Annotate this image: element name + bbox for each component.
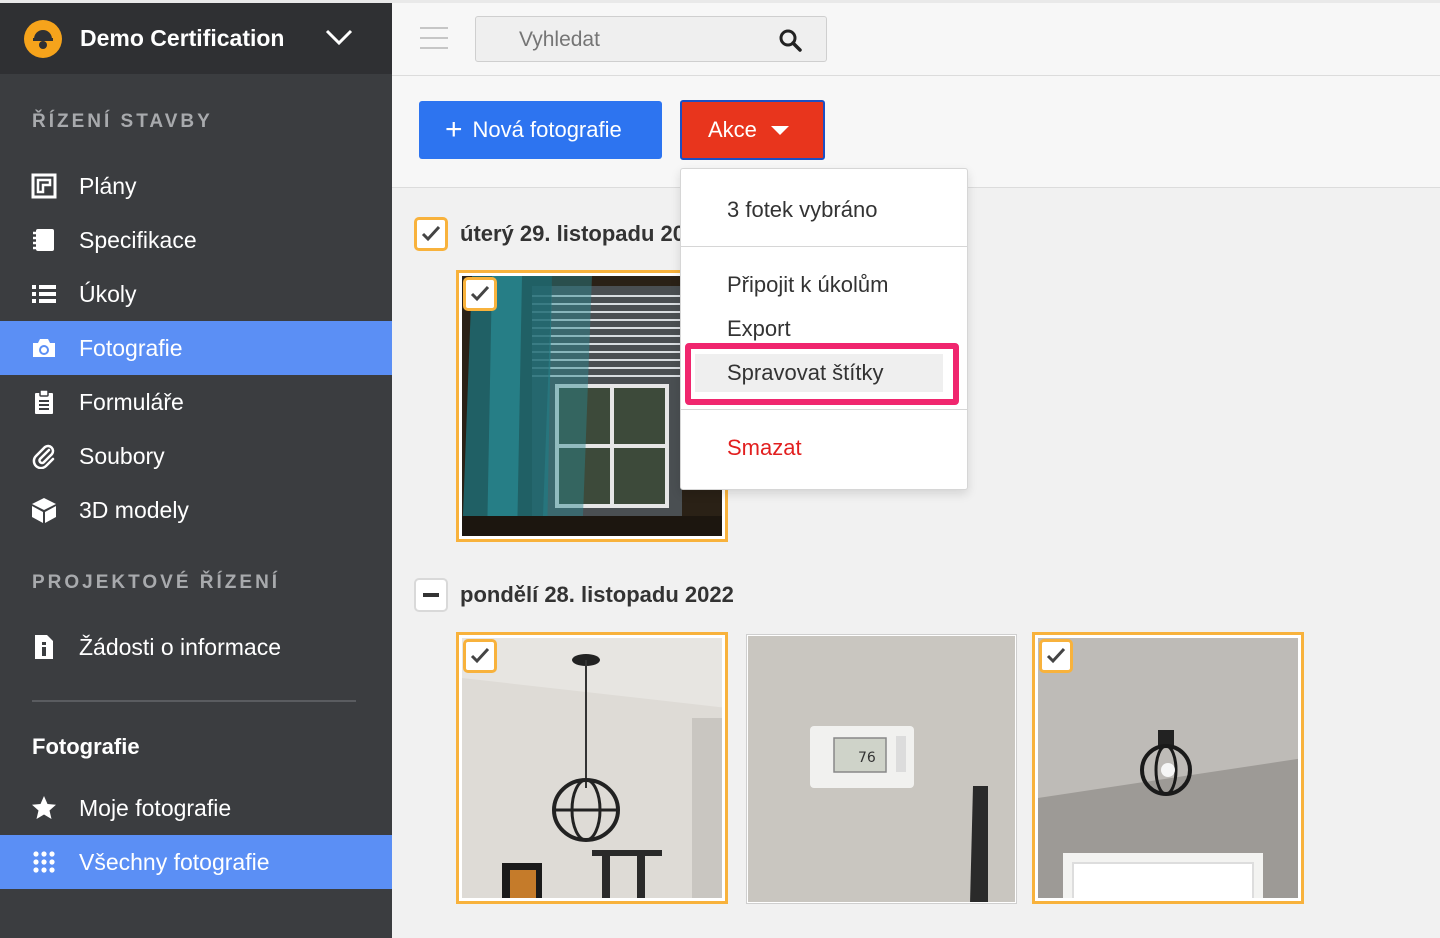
- blueprint-icon: [30, 172, 58, 200]
- section-label-construction: ŘÍZENÍ STAVBY: [32, 111, 213, 132]
- grid-icon: [30, 848, 58, 876]
- section-label-project-management: PROJEKTOVÉ ŘÍZENÍ: [32, 572, 281, 593]
- caret-down-icon: [770, 125, 789, 135]
- sidebar-subsection-title: Fotografie: [32, 734, 140, 759]
- date-group-label: úterý 29. listopadu 20: [460, 221, 685, 246]
- sidebar-item-all-photos[interactable]: Všechny fotografie: [0, 835, 392, 889]
- sidebar-item-rfi[interactable]: Žádosti o informace: [0, 620, 392, 674]
- actions-dropdown-menu: 3 fotek vybráno Připojit k úkolům Export…: [680, 168, 968, 490]
- project-name: Demo Certification: [80, 25, 285, 51]
- new-photo-button[interactable]: + Nová fotografie: [419, 101, 662, 159]
- sidebar-item-my-photos[interactable]: Moje fotografie: [0, 781, 392, 835]
- plus-icon: +: [445, 113, 463, 146]
- menu-item-delete[interactable]: Smazat: [727, 435, 802, 461]
- menu-divider: [681, 246, 967, 247]
- project-logo-icon: [24, 19, 62, 58]
- photo-checkbox[interactable]: [1039, 639, 1073, 673]
- search-input[interactable]: [519, 28, 759, 52]
- sidebar-item-label: Moje fotografie: [79, 794, 232, 821]
- project-switcher[interactable]: Demo Certification: [0, 0, 392, 74]
- menu-item-export[interactable]: Export: [727, 316, 791, 342]
- notebook-icon: [30, 226, 58, 254]
- sidebar-item-specifications[interactable]: Specifikace: [0, 213, 392, 267]
- photo-checkbox[interactable]: [463, 639, 497, 673]
- sidebar-item-files[interactable]: Soubory: [0, 429, 392, 483]
- hamburger-menu-icon[interactable]: [420, 27, 448, 57]
- sidebar-item-3d-models[interactable]: 3D modely: [0, 483, 392, 537]
- actions-button[interactable]: Akce: [680, 100, 825, 160]
- actions-label: Akce: [708, 117, 757, 142]
- sidebar-item-forms[interactable]: Formuláře: [0, 375, 392, 429]
- chevron-down-icon[interactable]: [324, 28, 354, 51]
- photo-thumbnail[interactable]: 76: [746, 634, 1017, 904]
- sidebar-item-label: Žádosti o informace: [79, 633, 281, 660]
- photo-pendant-light: [462, 638, 722, 898]
- sidebar-item-label: Specifikace: [79, 226, 197, 253]
- clipboard-icon: [30, 388, 58, 416]
- sidebar-item-label: Soubory: [79, 442, 165, 469]
- photo-checkbox[interactable]: [463, 277, 497, 311]
- sidebar-item-photos[interactable]: Fotografie: [0, 321, 392, 375]
- top-bar: [392, 0, 1440, 76]
- menu-item-attach-to-tasks[interactable]: Připojit k úkolům: [727, 272, 888, 298]
- sidebar-item-label: Úkoly: [79, 280, 137, 307]
- new-photo-label: Nová fotografie: [472, 117, 622, 142]
- sidebar-item-label: Fotografie: [79, 334, 183, 361]
- sidebar-item-label: Formuláře: [79, 388, 184, 415]
- date-group-header: pondělí 28. listopadu 2022: [414, 578, 734, 612]
- sidebar-item-tasks[interactable]: Úkoly: [0, 267, 392, 321]
- svg-text:76: 76: [858, 750, 876, 766]
- sidebar: Demo Certification ŘÍZENÍ STAVBY Plány S…: [0, 0, 392, 938]
- cube-icon: [30, 496, 58, 524]
- group-checkbox[interactable]: [414, 217, 448, 251]
- menu-divider: [681, 409, 967, 410]
- search-box[interactable]: [475, 16, 827, 62]
- photo-ceiling-light: [1038, 638, 1298, 898]
- sidebar-item-label: 3D modely: [79, 496, 189, 523]
- sidebar-divider: [32, 700, 356, 702]
- group-checkbox-partial[interactable]: [414, 578, 448, 612]
- photo-thermostat: 76: [748, 636, 1015, 902]
- selected-count-text: 3 fotek vybráno: [727, 197, 878, 222]
- camera-icon: [30, 334, 58, 362]
- sidebar-item-label: Všechny fotografie: [79, 848, 270, 875]
- paperclip-icon: [30, 442, 58, 470]
- sidebar-item-label: Plány: [79, 172, 137, 199]
- search-icon[interactable]: [778, 28, 802, 57]
- photo-thumbnail[interactable]: [1032, 632, 1304, 904]
- date-group-header: úterý 29. listopadu 20: [414, 217, 685, 251]
- info-file-icon: [30, 633, 58, 661]
- photo-thumbnail[interactable]: [456, 632, 728, 904]
- highlight-annotation-box: [685, 343, 959, 405]
- star-icon: [30, 794, 58, 822]
- date-group-label: pondělí 28. listopadu 2022: [460, 582, 734, 607]
- list-icon: [30, 280, 58, 308]
- sidebar-item-plans[interactable]: Plány: [0, 159, 392, 213]
